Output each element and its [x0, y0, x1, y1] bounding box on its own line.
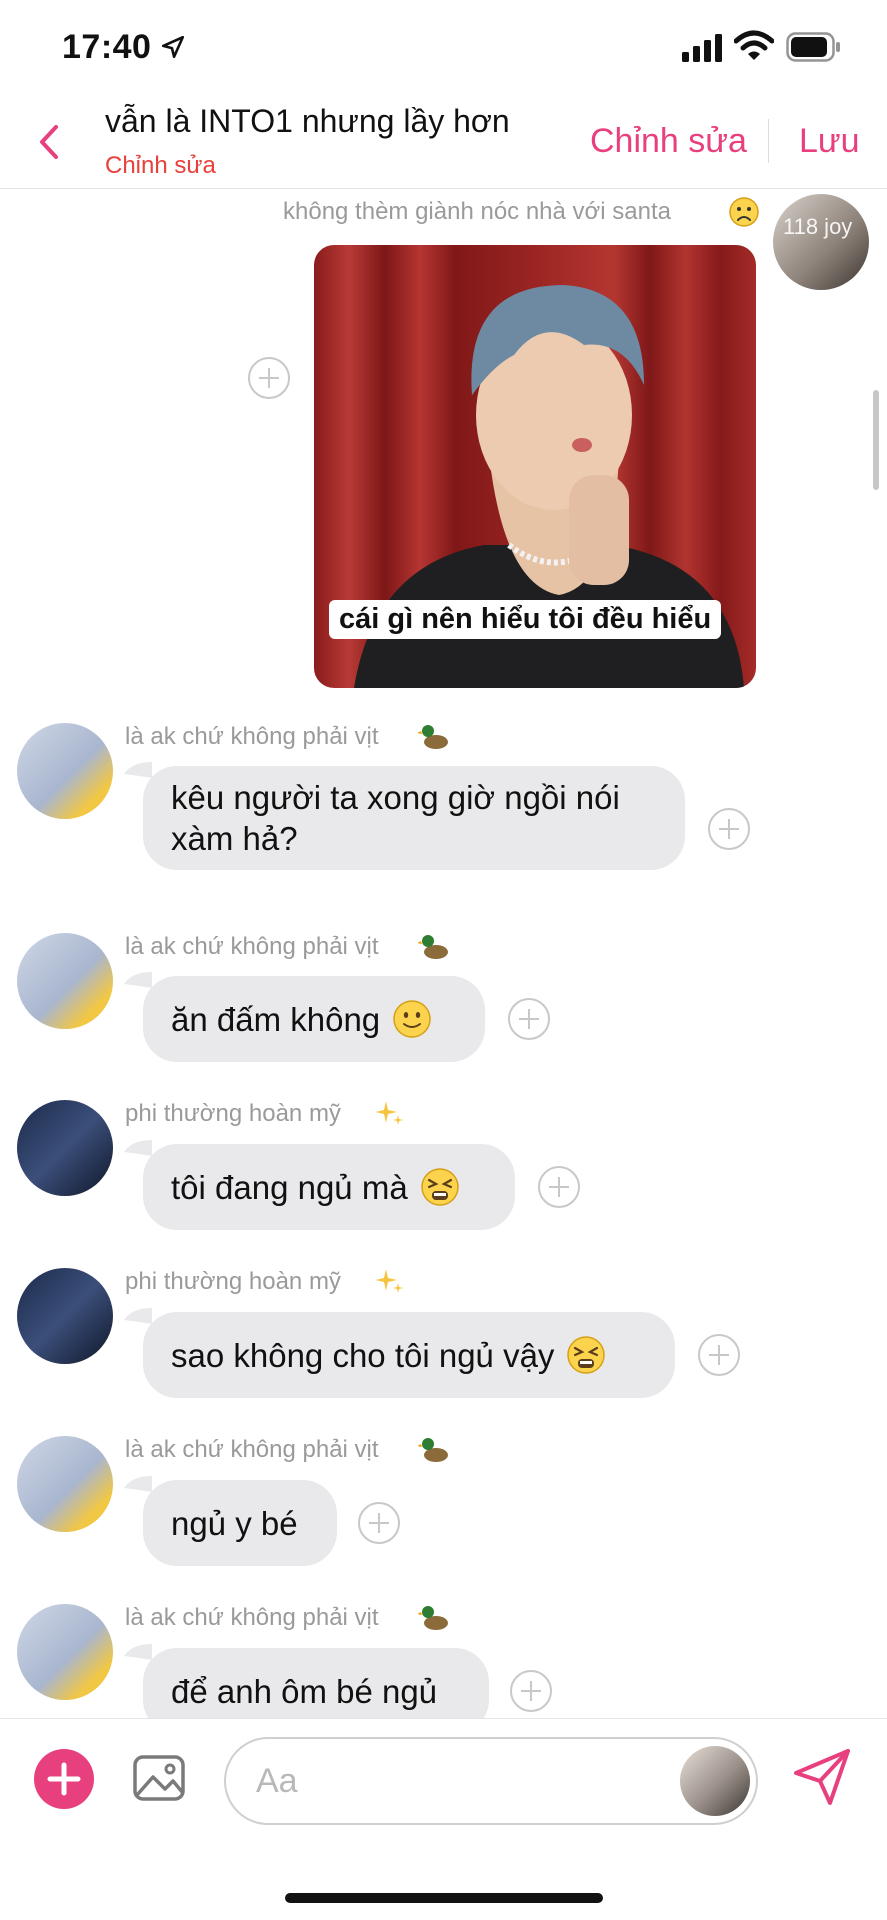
photo-message[interactable]: cái gì nên hiểu tôi đều hiểu [314, 245, 756, 688]
avatar[interactable] [17, 1268, 113, 1364]
message-input[interactable] [256, 1757, 656, 1805]
tired-face-emoji-icon [567, 1336, 606, 1374]
bubble-tail [124, 972, 152, 988]
bubble-tail [124, 1644, 152, 1660]
chat-header: vẫn là INTO1 nhưng lầy hơn Chỉnh sửa Chỉ… [0, 95, 887, 189]
bubble-tail [124, 1140, 152, 1156]
message-composer [0, 1718, 887, 1840]
save-button[interactable]: Lưu [799, 122, 860, 161]
status-bar: 17:40 [0, 0, 887, 95]
sender-name: phi thường hoàn mỹ [125, 1100, 341, 1127]
slightly-smiling-face-emoji-icon [393, 1000, 431, 1038]
message-input-field[interactable] [224, 1737, 758, 1825]
duck-emoji-icon [418, 1438, 448, 1462]
message-list[interactable]: không thèm giành nóc nhà với santa 118 j… [0, 190, 887, 1718]
send-icon[interactable] [790, 1745, 854, 1809]
frowning-face-emoji-icon [729, 197, 759, 227]
tired-face-emoji-icon [420, 1168, 459, 1206]
message-text: để anh ôm bé ngủ [171, 1672, 438, 1710]
sender-name: là ak chứ không phải vịt [125, 933, 379, 960]
cellular-signal-icon [682, 34, 722, 62]
avatar-label: 118 joy [783, 214, 853, 239]
bubble-tail [124, 1308, 152, 1324]
sticker-avatar[interactable] [680, 1746, 750, 1816]
message-bubble[interactable]: để anh ôm bé ngủ [143, 1648, 489, 1718]
add-reaction-icon[interactable] [507, 997, 551, 1041]
back-chevron-icon[interactable] [34, 121, 62, 163]
avatar[interactable] [17, 933, 113, 1029]
status-time: 17:40 [62, 28, 152, 66]
message-text: sao không cho tôi ngủ vậy [171, 1336, 555, 1374]
sender-name: phi thường hoàn mỹ [125, 1268, 341, 1295]
message-text: ăn đấm không [171, 1000, 381, 1038]
header-divider [768, 119, 769, 163]
sparkles-emoji-icon [375, 1269, 403, 1293]
message-text: kêu người ta xong giờ ngồi nói xàm hả? [171, 779, 620, 857]
message-text: ngủ y bé [171, 1504, 298, 1542]
bubble-tail [124, 762, 152, 778]
add-reaction-icon[interactable] [697, 1333, 741, 1377]
avatar[interactable] [17, 723, 113, 819]
image-gallery-icon[interactable] [131, 1749, 187, 1805]
sender-name: là ak chứ không phải vịt [125, 1604, 379, 1631]
sparkles-emoji-icon [375, 1101, 403, 1125]
message-bubble[interactable]: tôi đang ngủ mà [143, 1144, 515, 1230]
sender-name: không thèm giành nóc nhà với santa [283, 198, 671, 225]
message-bubble[interactable]: kêu người ta xong giờ ngồi nói xàm hả? [143, 766, 685, 870]
avatar[interactable] [17, 1100, 113, 1196]
add-reaction-icon[interactable] [537, 1165, 581, 1209]
edit-button[interactable]: Chỉnh sửa [590, 122, 747, 161]
message-bubble[interactable]: ăn đấm không [143, 976, 485, 1062]
sender-name: là ak chứ không phải vịt [125, 1436, 379, 1463]
duck-emoji-icon [418, 1606, 448, 1630]
plus-icon [47, 1762, 81, 1796]
message-bubble[interactable]: sao không cho tôi ngủ vậy [143, 1312, 675, 1398]
chat-subtitle: Chỉnh sửa [105, 152, 216, 179]
add-reaction-icon[interactable] [357, 1501, 401, 1545]
add-reaction-icon[interactable] [247, 356, 291, 400]
add-reaction-icon[interactable] [509, 1669, 553, 1713]
home-indicator[interactable] [285, 1893, 603, 1903]
sender-name: là ak chứ không phải vịt [125, 723, 379, 750]
scrollbar-thumb[interactable] [873, 390, 879, 490]
message-bubble[interactable]: ngủ y bé [143, 1480, 337, 1566]
bubble-tail [124, 1476, 152, 1492]
location-arrow-icon [161, 35, 185, 59]
battery-icon [786, 32, 840, 62]
avatar[interactable] [17, 1604, 113, 1700]
chat-title: vẫn là INTO1 nhưng lầy hơn [105, 103, 510, 139]
add-button[interactable] [34, 1749, 94, 1809]
duck-emoji-icon [418, 935, 448, 959]
message-text: tôi đang ngủ mà [171, 1168, 408, 1206]
avatar[interactable]: 118 joy [773, 194, 869, 290]
wifi-icon [734, 30, 774, 60]
add-reaction-icon[interactable] [707, 807, 751, 851]
photo-caption: cái gì nên hiểu tôi đều hiểu [329, 600, 722, 639]
duck-emoji-icon [418, 725, 448, 749]
avatar[interactable] [17, 1436, 113, 1532]
